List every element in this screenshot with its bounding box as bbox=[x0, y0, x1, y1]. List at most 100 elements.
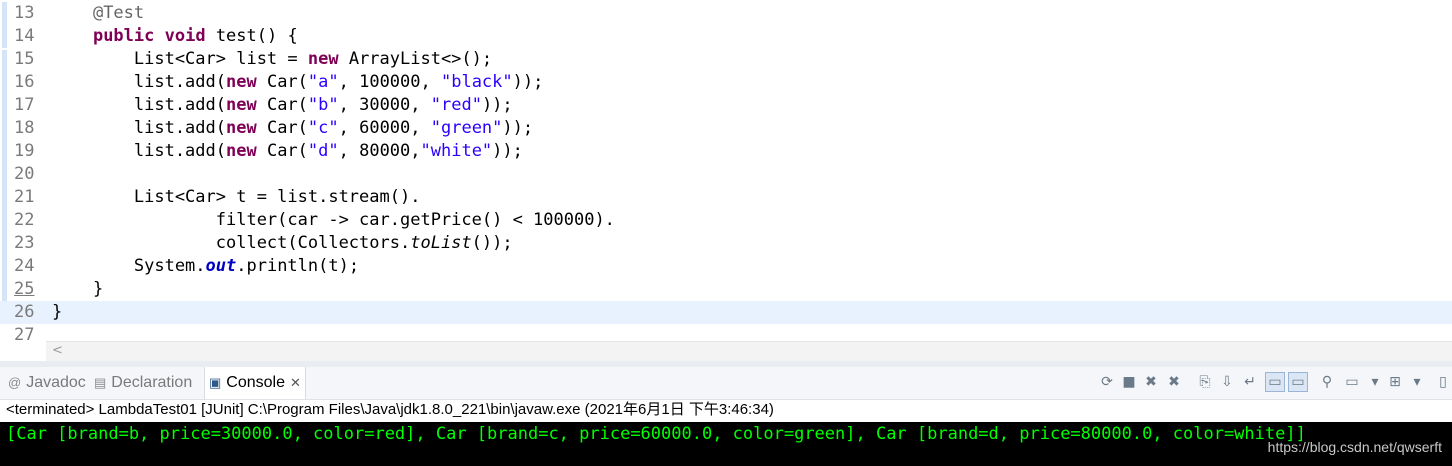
code-token: new bbox=[307, 49, 339, 69]
code-token: "c" bbox=[307, 118, 339, 138]
code-text: } bbox=[52, 301, 62, 324]
show-on-stderr-icon[interactable]: ▭ bbox=[1288, 372, 1308, 392]
remove-launch-icon[interactable]: ✖ bbox=[1142, 373, 1160, 391]
code-line[interactable]: 26} bbox=[0, 301, 1452, 324]
code-line[interactable]: 22 filter(car -> car.getPrice() < 100000… bbox=[0, 209, 1452, 232]
console-output-area[interactable]: [Car [brand=b, price=30000.0, color=red]… bbox=[0, 422, 1452, 466]
relaunch-icon[interactable]: ⟳ bbox=[1098, 373, 1116, 391]
horizontal-scrollbar[interactable]: < bbox=[46, 341, 1452, 361]
code-token: "d" bbox=[307, 141, 339, 161]
code-token: Car( bbox=[256, 118, 308, 138]
code-token: } bbox=[52, 279, 104, 299]
code-line[interactable]: 23 collect(Collectors.toList()); bbox=[0, 232, 1452, 255]
pin-console-icon[interactable]: ⚲ bbox=[1318, 373, 1336, 391]
code-token: @Test bbox=[92, 3, 145, 23]
display-console-dropdown-icon[interactable]: ▾ bbox=[1366, 373, 1384, 391]
line-number: 20 bbox=[14, 164, 35, 184]
code-token: list.add( bbox=[52, 141, 226, 161]
code-token: List<Car> t = list.stream(). bbox=[52, 187, 421, 207]
code-line[interactable]: 17 list.add(new Car("b", 30000, "red")); bbox=[0, 94, 1452, 117]
code-token: "white" bbox=[420, 141, 493, 161]
code-text: @Test bbox=[52, 2, 144, 25]
code-token: new bbox=[226, 118, 257, 138]
code-line[interactable]: 15 List<Car> list = new ArrayList<>(); bbox=[0, 48, 1452, 71]
code-line[interactable]: 25 } bbox=[0, 278, 1452, 301]
code-token: out bbox=[205, 256, 237, 276]
code-line[interactable]: 16 list.add(new Car("a", 100000, "black"… bbox=[0, 71, 1452, 94]
show-on-stdout-icon[interactable]: ▭ bbox=[1265, 372, 1285, 392]
view-tab-bar: @ Javadoc ▤ Declaration ▣ Console ✕ ⟳ ■ ✖ ✖ ⎘ ⇩ ↵ ▭… bbox=[0, 367, 1452, 400]
line-number: 23 bbox=[14, 233, 35, 253]
code-token: )); bbox=[502, 118, 534, 138]
code-line[interactable]: 18 list.add(new Car("c", 60000, "green")… bbox=[0, 117, 1452, 140]
tab-console[interactable]: ▣ Console ✕ bbox=[204, 367, 306, 399]
code-token: toList bbox=[410, 233, 472, 253]
code-text: collect(Collectors.toList()); bbox=[52, 232, 513, 255]
code-token: , 80000, bbox=[338, 141, 421, 161]
line-number: 27 bbox=[14, 325, 35, 345]
code-line[interactable]: 13 @Test bbox=[0, 2, 1452, 25]
close-icon[interactable]: ✕ bbox=[290, 375, 301, 390]
code-line[interactable]: 21 List<Car> t = list.stream(). bbox=[0, 186, 1452, 209]
javadoc-icon: @ bbox=[8, 375, 22, 390]
tab-javadoc[interactable]: @ Javadoc bbox=[8, 367, 86, 399]
word-wrap-icon[interactable]: ↵ bbox=[1241, 373, 1259, 391]
line-number: 25 bbox=[14, 279, 35, 299]
code-token: void bbox=[164, 26, 206, 46]
code-token: , 100000, bbox=[338, 72, 441, 92]
scroll-left-icon[interactable]: < bbox=[52, 343, 63, 358]
code-token: , 30000, bbox=[338, 95, 431, 115]
code-line[interactable]: 24 System.out.println(t); bbox=[0, 255, 1452, 278]
code-token: "red" bbox=[430, 95, 482, 115]
code-token: "a" bbox=[307, 72, 339, 92]
code-token: filter(car -> car.getPrice() < 100000). bbox=[52, 210, 615, 230]
code-token: ()); bbox=[471, 233, 513, 253]
code-token: "black" bbox=[440, 72, 513, 92]
minimize-icon[interactable]: ▯ bbox=[1434, 373, 1452, 391]
code-text: } bbox=[52, 278, 103, 301]
code-token: } bbox=[52, 302, 63, 322]
code-token: "green" bbox=[430, 118, 503, 138]
code-token: System. bbox=[52, 256, 206, 276]
console-icon: ▣ bbox=[209, 375, 222, 390]
scroll-lock-icon[interactable]: ⇩ bbox=[1218, 373, 1236, 391]
tab-label: Declaration bbox=[111, 374, 193, 391]
line-number: 14 bbox=[14, 26, 35, 46]
open-console-dropdown-icon[interactable]: ▾ bbox=[1408, 373, 1426, 391]
clear-console-icon[interactable]: ⎘ bbox=[1196, 373, 1214, 391]
remove-all-terminated-icon[interactable]: ✖ bbox=[1165, 373, 1183, 391]
line-number: 21 bbox=[14, 187, 35, 207]
code-token: )); bbox=[512, 72, 544, 92]
code-line[interactable]: 14 public void test() { bbox=[0, 25, 1452, 48]
code-token: Car( bbox=[256, 141, 308, 161]
tab-label: Javadoc bbox=[26, 374, 86, 391]
console-output-text: [Car [brand=b, price=30000.0, color=red]… bbox=[6, 424, 1306, 444]
code-token: new bbox=[226, 72, 257, 92]
tab-declaration[interactable]: ▤ Declaration bbox=[94, 367, 192, 399]
code-line[interactable]: 20 bbox=[0, 163, 1452, 186]
code-editor[interactable]: 13 @Test 14 public void test() {15 List<C… bbox=[0, 0, 1452, 345]
code-token: )); bbox=[481, 95, 513, 115]
code-token: list.add( bbox=[52, 72, 226, 92]
code-text: list.add(new Car("a", 100000, "black")); bbox=[52, 71, 543, 94]
open-console-icon[interactable]: ⊞ bbox=[1386, 373, 1404, 391]
line-number: 18 bbox=[14, 118, 35, 138]
line-number: 19 bbox=[14, 141, 35, 161]
code-token: )); bbox=[492, 141, 523, 161]
code-token: new bbox=[226, 141, 257, 161]
code-token: list.add( bbox=[52, 118, 226, 138]
code-text: filter(car -> car.getPrice() < 100000). bbox=[52, 209, 615, 232]
display-console-icon[interactable]: ▭ bbox=[1343, 373, 1361, 391]
code-token: "b" bbox=[307, 95, 339, 115]
code-text: List<Car> list = new ArrayList<>(); bbox=[52, 48, 492, 71]
code-text: list.add(new Car("d", 80000,"white")); bbox=[52, 140, 523, 163]
code-line[interactable]: 19 list.add(new Car("d", 80000,"white"))… bbox=[0, 140, 1452, 163]
watermark: https://blog.csdn.net/qwserft bbox=[1267, 439, 1442, 455]
code-token: Car( bbox=[256, 72, 308, 92]
terminate-icon[interactable]: ■ bbox=[1120, 373, 1138, 391]
code-token: list.add( bbox=[52, 95, 226, 115]
code-text: System.out.println(t); bbox=[52, 255, 359, 278]
